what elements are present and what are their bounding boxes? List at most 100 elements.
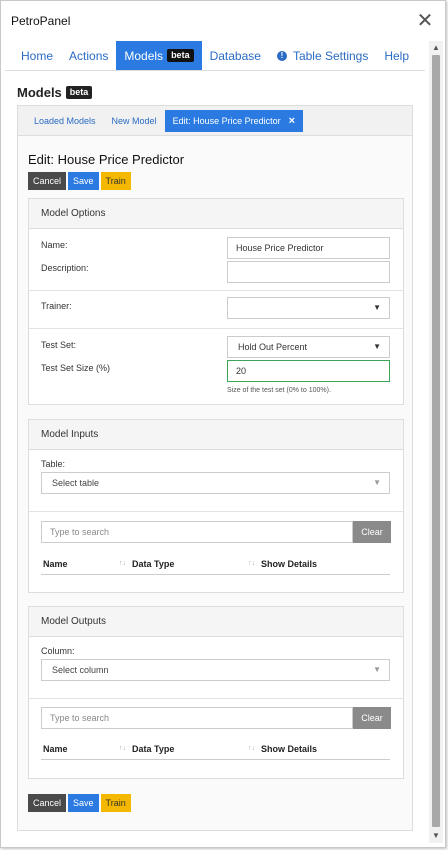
test-set-label: Test Set: (41, 340, 77, 350)
outputs-search-section: Type to search Clear Name ↑↓ Data Type ↑↓… (29, 699, 403, 778)
column-label: Column: (41, 646, 75, 656)
nav-home-label: Home (21, 48, 54, 63)
scroll-up-icon[interactable]: ▲ (429, 41, 443, 55)
nav-database[interactable]: Database (202, 41, 269, 70)
table-select[interactable]: Select table ▼ (41, 472, 390, 494)
table-label: Table: (41, 459, 66, 469)
scrollbar-thumb[interactable] (432, 55, 440, 827)
sort-icon: ↑↓ (119, 745, 126, 752)
top-nav: Home Actions Models beta Database ! Table … (5, 41, 425, 71)
column-header-data-type[interactable]: ↑↓ Data Type (119, 559, 248, 569)
column-header-name[interactable]: Name (41, 559, 119, 569)
column-header-show-details-label: Show Details (261, 743, 318, 754)
tab-loaded-models-label: Loaded Models (34, 115, 96, 126)
column-select-placeholder: Select column (52, 665, 109, 675)
scroll-down-icon[interactable]: ▼ (429, 829, 443, 843)
description-label: Description: (41, 263, 89, 273)
test-set-select[interactable]: Hold Out Percent ▼ (227, 336, 390, 358)
edit-heading: Edit: House Price Predictor (28, 152, 185, 167)
nav-help-label: Help (384, 48, 410, 63)
train-button[interactable]: Train (100, 794, 131, 812)
column-header-data-type[interactable]: ↑↓ Data Type (119, 744, 248, 754)
tab-edit-model-label: Edit: House Price Predictor (172, 115, 281, 126)
column-header-show-details[interactable]: ↑↓ Show Details (248, 744, 317, 754)
vertical-scrollbar[interactable]: ▲ ▼ (429, 41, 443, 843)
test-set-size-help: Size of the test set (0% to 100%). (227, 387, 331, 394)
test-set-row: Test Set: Hold Out Percent ▼ Test Set Si… (29, 329, 403, 403)
table-row: Table: Select table ▼ (29, 450, 403, 512)
page-title: Models beta (17, 85, 93, 100)
tab-edit-model[interactable]: Edit: House Price Predictor × (164, 109, 304, 132)
nav-home[interactable]: Home (13, 41, 61, 70)
model-tabs: Loaded Models New Model Edit: House Pric… (18, 106, 412, 136)
sort-icon: ↑↓ (248, 560, 255, 567)
cancel-button[interactable]: Cancel (28, 794, 67, 812)
column-header-show-details[interactable]: ↑↓ Show Details (248, 559, 317, 569)
outputs-clear-button[interactable]: Clear (353, 707, 391, 729)
column-row: Column: Select column ▼ (29, 637, 403, 699)
chevron-down-icon: ▼ (373, 665, 381, 674)
tab-new-model-label: New Model (111, 115, 157, 126)
table-select-placeholder: Select table (52, 478, 100, 488)
nav-table-settings-label: Table Settings (292, 48, 369, 63)
chevron-down-icon: ▼ (373, 342, 381, 351)
title-bar: PetroPanel ✕ (1, 1, 445, 41)
trainer-select[interactable]: ▼ (227, 297, 390, 319)
column-header-data-type-label: Data Type (132, 743, 175, 754)
column-header-name[interactable]: Name (41, 744, 119, 754)
info-icon: ! (276, 50, 287, 61)
page-title-text: Models (17, 85, 62, 100)
description-field[interactable] (227, 261, 390, 283)
column-header-name-label: Name (43, 743, 68, 754)
cancel-button[interactable]: Cancel (28, 172, 67, 190)
nav-table-settings[interactable]: ! Table Settings (269, 41, 376, 70)
nav-help[interactable]: Help (376, 41, 417, 70)
nav-actions[interactable]: Actions (61, 41, 116, 70)
model-outputs-card: Model Outputs Column: Select column ▼ Ty… (28, 606, 404, 779)
column-select[interactable]: Select column ▼ (41, 659, 390, 681)
page-beta-badge: beta (65, 86, 93, 99)
tab-new-model[interactable]: New Model (104, 111, 165, 131)
window-title: PetroPanel (11, 14, 71, 28)
name-field[interactable]: House Price Predictor (227, 237, 390, 259)
name-description-row: Name: House Price Predictor Description: (29, 229, 403, 291)
outputs-table-header: Name ↑↓ Data Type ↑↓ Show Details (41, 738, 390, 760)
chevron-down-icon: ▼ (373, 478, 381, 487)
nav-models[interactable]: Models beta (116, 41, 202, 70)
bottom-action-buttons: Cancel Save Train (28, 794, 131, 812)
app-window: PetroPanel ✕ Home Actions Models beta Dat… (0, 0, 446, 848)
chevron-down-icon: ▼ (373, 303, 381, 312)
sort-icon: ↑↓ (119, 560, 126, 567)
save-button[interactable]: Save (68, 172, 99, 190)
inputs-clear-button[interactable]: Clear (353, 521, 391, 543)
save-button[interactable]: Save (68, 794, 99, 812)
model-outputs-header: Model Outputs (29, 607, 403, 637)
test-set-select-value: Hold Out Percent (238, 342, 308, 352)
test-set-size-label: Test Set Size (%) (41, 363, 111, 373)
model-options-card: Model Options Name: House Price Predicto… (28, 198, 404, 405)
sort-icon: ↑↓ (248, 745, 255, 752)
model-inputs-header: Model Inputs (29, 420, 403, 450)
name-label: Name: (41, 240, 68, 250)
model-options-header: Model Options (29, 199, 403, 229)
inputs-table-header: Name ↑↓ Data Type ↑↓ Show Details (41, 553, 390, 575)
trainer-row: Trainer: ▼ (29, 291, 403, 329)
main-content: Home Actions Models beta Database ! Table … (5, 41, 425, 841)
top-action-buttons: Cancel Save Train (28, 172, 131, 190)
train-button[interactable]: Train (100, 172, 131, 190)
column-header-data-type-label: Data Type (132, 558, 175, 569)
test-set-size-field[interactable]: 20 (227, 360, 390, 382)
nav-actions-label: Actions (69, 48, 109, 63)
close-icon[interactable]: ✕ (415, 11, 435, 31)
nav-models-label: Models (124, 48, 164, 63)
models-panel: Loaded Models New Model Edit: House Pric… (17, 105, 413, 831)
trainer-label: Trainer: (41, 301, 72, 311)
close-icon[interactable]: × (289, 115, 295, 127)
model-inputs-card: Model Inputs Table: Select table ▼ Type … (28, 419, 404, 593)
outputs-search-input[interactable]: Type to search (41, 707, 353, 729)
inputs-search-section: Type to search Clear Name ↑↓ Data Type ↑↓… (29, 512, 403, 592)
nav-database-label: Database (209, 48, 261, 63)
tab-loaded-models[interactable]: Loaded Models (26, 111, 104, 131)
inputs-search-input[interactable]: Type to search (41, 521, 353, 543)
column-header-show-details-label: Show Details (261, 558, 318, 569)
